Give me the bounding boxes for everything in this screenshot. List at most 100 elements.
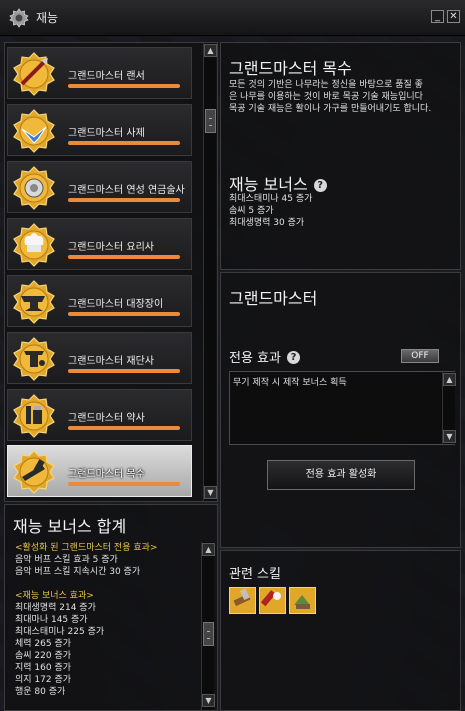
talent-window-icon xyxy=(9,8,29,28)
talent-progress-bar xyxy=(68,255,180,259)
bonus-summary-line: <활성화 된 그랜드마스터 전용 효과> xyxy=(15,543,158,553)
effect-text-scrollbar[interactable]: ▲ ▼ xyxy=(442,372,456,444)
chef-hat-icon xyxy=(13,223,55,267)
help-icon[interactable]: ? xyxy=(313,179,327,192)
exclusive-effect-text: 무기 제작 시 제작 보너스 획득 xyxy=(233,378,347,388)
activate-effect-button[interactable]: 전용 효과 활성화 xyxy=(267,460,415,490)
talent-progress-fill xyxy=(68,369,180,373)
bonus-line: 솜씨 5 증가 xyxy=(229,206,274,216)
talent-progress-fill xyxy=(68,255,180,259)
exclusive-effect-label: 전용 효과 xyxy=(229,351,281,366)
talent-label: 그랜드마스터 사제 xyxy=(68,128,145,139)
description-line: 목공 기술 재능은 활이나 가구를 만들어내기도 합니다. xyxy=(229,104,432,114)
bonus-summary-line: 최대생명력 214 증가 xyxy=(15,603,96,613)
anvil-icon xyxy=(13,280,55,324)
talent-progress-bar xyxy=(68,482,180,486)
summary-scroll-down-button[interactable]: ▼ xyxy=(202,694,215,707)
scroll-down-button[interactable]: ▼ xyxy=(204,486,217,499)
related-skills-title: 관련 스킬 xyxy=(229,567,281,582)
talent-progress-fill xyxy=(68,198,180,202)
bonus-summary-lines: <활성화 된 그랜드마스터 전용 효과> 음악 버프 스킬 효과 5 증가음악 버… xyxy=(15,542,197,708)
refining-skill-icon[interactable] xyxy=(289,587,316,614)
talent-bonus-list: 최대스태미나 45 증가 솜씨 5 증가 최대생명력 30 증가 xyxy=(229,193,312,229)
bonus-summary-line: 의지 172 증가 xyxy=(15,675,72,685)
scroll-thumb[interactable] xyxy=(205,109,216,133)
talent-item[interactable]: 그랜드마스터 대장장이 xyxy=(7,275,192,327)
talent-progress-bar xyxy=(68,312,180,316)
exclusive-effect-toggle[interactable]: OFF xyxy=(401,349,439,363)
talent-progress-fill xyxy=(68,141,180,145)
potion-icon xyxy=(13,394,55,438)
talent-progress-fill xyxy=(68,312,180,316)
summary-scroll-thumb[interactable] xyxy=(203,622,214,646)
talent-description: 모든 것의 기반은 나무라는 정신을 바탕으로 품질 좋 은 나무를 이용하는 … xyxy=(229,79,431,115)
bonus-summary-line: 체력 265 증가 xyxy=(15,639,72,649)
summary-scrollbar[interactable]: ▲ ▼ xyxy=(201,542,215,710)
talent-label: 그랜드마스터 대장장이 xyxy=(68,299,164,310)
talent-item[interactable]: 그랜드마스터 연성 연금술사 xyxy=(7,161,192,213)
bonus-summary-line: 음악 버프 스킬 효과 5 증가 xyxy=(15,555,118,565)
bonus-summary-line: 최대마나 145 증가 xyxy=(15,615,88,625)
bonus-line: 최대스태미나 45 증가 xyxy=(229,194,313,204)
talent-label: 그랜드마스터 재단사 xyxy=(68,356,154,367)
grandmaster-effect-panel: 그랜드마스터 전용 효과? OFF 무기 제작 시 제작 보너스 획득 ▲ ▼ … xyxy=(220,272,461,548)
help-icon[interactable]: ? xyxy=(286,351,300,364)
dove-icon xyxy=(13,109,55,153)
bonus-summary-line: 음악 버프 스킬 지속시간 30 증가 xyxy=(15,567,141,577)
talent-progress-fill xyxy=(68,482,180,486)
bonus-summary-line: 행운 80 증가 xyxy=(15,687,66,697)
description-line: 모든 것의 기반은 나무라는 정신을 바탕으로 품질 좋 xyxy=(229,80,423,90)
bonus-summary-line: 최대스태미나 225 증가 xyxy=(15,627,105,637)
scroll-up-button[interactable]: ▲ xyxy=(204,44,217,57)
effect-scroll-up-button[interactable]: ▲ xyxy=(443,373,456,386)
alchemy-icon xyxy=(13,166,55,210)
talent-item[interactable]: 그랜드마스터 랜서 xyxy=(7,47,192,99)
talent-item[interactable]: 그랜드마스터 요리사 xyxy=(7,218,192,270)
close-button[interactable]: ✕ xyxy=(447,10,460,23)
talent-label: 그랜드마스터 요리사 xyxy=(68,242,154,253)
talent-list: 그랜드마스터 랜서그랜드마스터 사제그랜드마스터 연성 연금술사그랜드마스터 요… xyxy=(4,42,218,502)
summary-scroll-up-button[interactable]: ▲ xyxy=(202,543,215,556)
bonus-summary-line: 지력 160 증가 xyxy=(15,663,72,673)
grandmaster-title: 그랜드마스터 xyxy=(229,289,318,308)
talent-window: 재능 _ ✕ 그랜드마스터 랜서 그랜드마스터 사제 그랜드마스터 연성 연금술사 그… xyxy=(0,0,465,711)
tailor-icon xyxy=(13,337,55,381)
talent-detail: 그랜드마스터 목수 모든 것의 기반은 나무라는 정신을 바탕으로 품질 좋 은… xyxy=(220,42,461,270)
bonus-summary-line: <재능 보너스 효과> xyxy=(15,591,94,601)
bonus-summary-line xyxy=(15,578,197,590)
bonus-summary-title: 재능 보너스 합계 xyxy=(13,517,127,536)
talent-list-scrollbar[interactable]: ▲ ▼ xyxy=(203,43,217,501)
handicraft-skill-icon[interactable] xyxy=(259,587,286,614)
talent-item[interactable]: 그랜드마스터 목수 xyxy=(7,445,192,497)
talent-item[interactable]: 그랜드마스터 약사 xyxy=(7,389,192,441)
talent-item[interactable]: 그랜드마스터 사제 xyxy=(7,104,192,156)
talent-bonus-heading: 재능 보너스? xyxy=(229,171,327,195)
lance-icon xyxy=(13,52,55,96)
talent-bonus-title: 재능 보너스 xyxy=(229,175,308,194)
minimize-button[interactable]: _ xyxy=(431,10,444,23)
effect-scroll-down-button[interactable]: ▼ xyxy=(443,430,456,443)
talent-progress-bar xyxy=(68,198,180,202)
talent-label: 그랜드마스터 랜서 xyxy=(68,71,145,82)
talent-progress-bar xyxy=(68,141,180,145)
talent-label: 그랜드마스터 연성 연금술사 xyxy=(68,185,185,196)
talent-detail-title: 그랜드마스터 목수 xyxy=(229,59,352,78)
talent-progress-bar xyxy=(68,369,180,373)
bonus-line: 최대생명력 30 증가 xyxy=(229,218,305,228)
talent-progress-fill xyxy=(68,426,180,430)
exclusive-effect-textbox: 무기 제작 시 제작 보너스 획득 ▲ ▼ xyxy=(229,371,456,445)
talent-progress-fill xyxy=(68,84,180,88)
exclusive-effect-heading: 전용 효과? xyxy=(229,347,300,366)
talent-progress-bar xyxy=(68,84,180,88)
window-title: 재능 xyxy=(36,11,59,25)
carpentry-skill-icon[interactable] xyxy=(229,587,256,614)
talent-item[interactable]: 그랜드마스터 재단사 xyxy=(7,332,192,384)
description-line: 은 나무를 이용하는 것이 바로 목공 기술 재능입니다 xyxy=(229,92,423,102)
title-bar[interactable]: 재능 _ ✕ xyxy=(0,0,465,36)
bonus-summary-line: 솜씨 220 증가 xyxy=(15,651,72,661)
related-skills-panel: 관련 스킬 xyxy=(220,550,461,711)
talent-bonus-summary: 재능 보너스 합계 <활성화 된 그랜드마스터 전용 효과> 음악 버프 스킬 효… xyxy=(4,504,218,711)
talent-label: 그랜드마스터 목수 xyxy=(68,469,145,480)
talent-progress-bar xyxy=(68,426,180,430)
carpenter-icon xyxy=(13,450,55,494)
